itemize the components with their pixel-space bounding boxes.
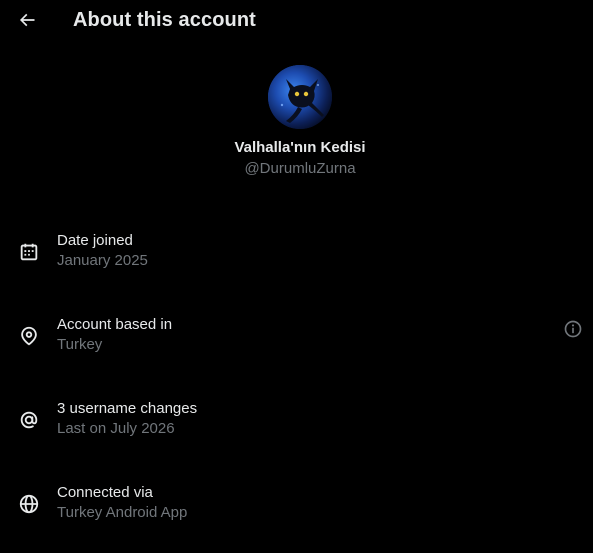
info-item-username-changes: 3 username changes Last on July 2026 <box>0 400 593 450</box>
calendar-icon <box>20 243 38 261</box>
info-item-date-joined: Date joined January 2025 <box>0 232 593 282</box>
back-button[interactable] <box>12 5 42 35</box>
page-title: About this account <box>73 9 256 31</box>
avatar-image <box>268 65 332 129</box>
avatar[interactable] <box>268 65 332 129</box>
back-arrow-icon <box>19 13 35 27</box>
profile-summary: Valhalla'nın Kedisi @DurumluZurna <box>0 65 593 177</box>
info-value: January 2025 <box>57 252 148 269</box>
about-account-page: About this account Valhalla'nın Kedisi @… <box>0 0 593 553</box>
info-label: Connected via <box>57 484 153 501</box>
at-sign-icon <box>20 411 38 429</box>
globe-icon <box>19 494 39 514</box>
username-handle: @DurumluZurna <box>244 160 356 177</box>
info-circle-icon[interactable] <box>563 319 583 339</box>
info-label: Date joined <box>57 232 133 249</box>
info-value: Turkey <box>57 336 103 353</box>
display-name: Valhalla'nın Kedisi <box>234 139 366 156</box>
info-label: 3 username changes <box>57 400 198 417</box>
header: About this account <box>0 0 593 42</box>
location-pin-icon <box>21 326 37 346</box>
info-value: Turkey Android App <box>57 504 188 521</box>
info-value: Last on July 2026 <box>57 420 175 437</box>
info-label: Account based in <box>57 316 173 333</box>
info-item-connected-via: Connected via Turkey Android App <box>0 484 593 534</box>
info-item-account-based-in: Account based in Turkey <box>0 316 593 366</box>
